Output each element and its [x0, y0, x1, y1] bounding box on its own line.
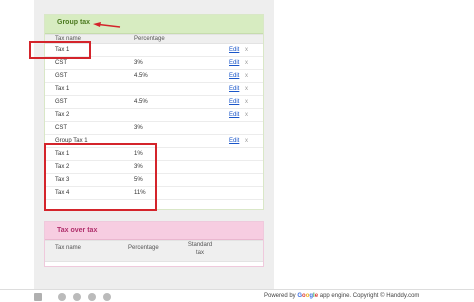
social-icon-3[interactable]	[88, 293, 96, 301]
footer: Powered by Google app engine. Copyright …	[0, 289, 474, 302]
tax-name-cell: CST	[55, 125, 67, 131]
social-icon-1[interactable]	[58, 293, 66, 301]
percentage-cell: 3%	[134, 125, 143, 131]
group-tax-title: Group tax	[57, 19, 91, 26]
table-row: GST 4.5% Edit x	[45, 70, 263, 83]
google-logo[interactable]: Google	[297, 293, 318, 299]
edit-link[interactable]: Edit	[229, 112, 239, 118]
edit-link[interactable]: Edit	[229, 86, 239, 92]
copyright-label: app engine. Copyright © Handdy.com	[319, 293, 420, 299]
delete-icon[interactable]: x	[245, 60, 248, 66]
edit-link[interactable]: Edit	[229, 73, 239, 79]
tax-name-cell: Tax 2	[55, 112, 70, 118]
tax-over-tax-column-header: Tax name Percentage Standard tax	[45, 240, 263, 262]
column-standard-tax: Standard tax	[187, 242, 213, 256]
footer-text: Powered by Google app engine. Copyright …	[264, 293, 419, 299]
tax-name-cell: Tax 1	[55, 86, 70, 92]
highlight-group-tax1	[44, 143, 157, 211]
delete-icon[interactable]: x	[245, 73, 248, 79]
delete-icon[interactable]: x	[245, 47, 248, 53]
percentage-cell: 3%	[134, 60, 143, 66]
column-tax-name: Tax name	[55, 245, 82, 251]
tax-name-cell: CST	[55, 60, 67, 66]
edit-link[interactable]: Edit	[229, 60, 239, 66]
tax-name-cell: GST	[55, 73, 68, 79]
tax-over-tax-panel: Tax over tax Tax name Percentage Standar…	[44, 221, 264, 267]
like-icon[interactable]	[34, 293, 42, 301]
delete-icon[interactable]: x	[245, 112, 248, 118]
column-percentage: Percentage	[128, 245, 159, 251]
edit-link[interactable]: Edit	[229, 99, 239, 105]
social-icon-4[interactable]	[103, 293, 111, 301]
annotation-arrow-icon	[93, 22, 121, 28]
highlight-tax1	[29, 41, 91, 59]
group-tax-header: Group tax	[45, 15, 263, 34]
table-row: CST 3%	[45, 122, 263, 135]
percentage-cell: 4.5%	[134, 73, 148, 79]
edit-link[interactable]: Edit	[229, 47, 239, 53]
delete-icon[interactable]: x	[245, 99, 248, 105]
column-percentage: Percentage	[134, 36, 165, 42]
edit-link[interactable]: Edit	[229, 138, 239, 144]
tax-over-tax-title: Tax over tax	[57, 227, 98, 234]
delete-icon[interactable]: x	[245, 86, 248, 92]
delete-icon[interactable]: x	[245, 138, 248, 144]
tax-over-tax-header: Tax over tax	[45, 222, 263, 240]
tax-name-cell: GST	[55, 99, 68, 105]
powered-by-label: Powered by	[264, 293, 296, 299]
table-row: GST 4.5% Edit x	[45, 96, 263, 109]
percentage-cell: 4.5%	[134, 99, 148, 105]
table-row: Tax 1 Edit x	[45, 83, 263, 96]
table-row: Tax 2 Edit x	[45, 109, 263, 122]
social-icon-2[interactable]	[73, 293, 81, 301]
